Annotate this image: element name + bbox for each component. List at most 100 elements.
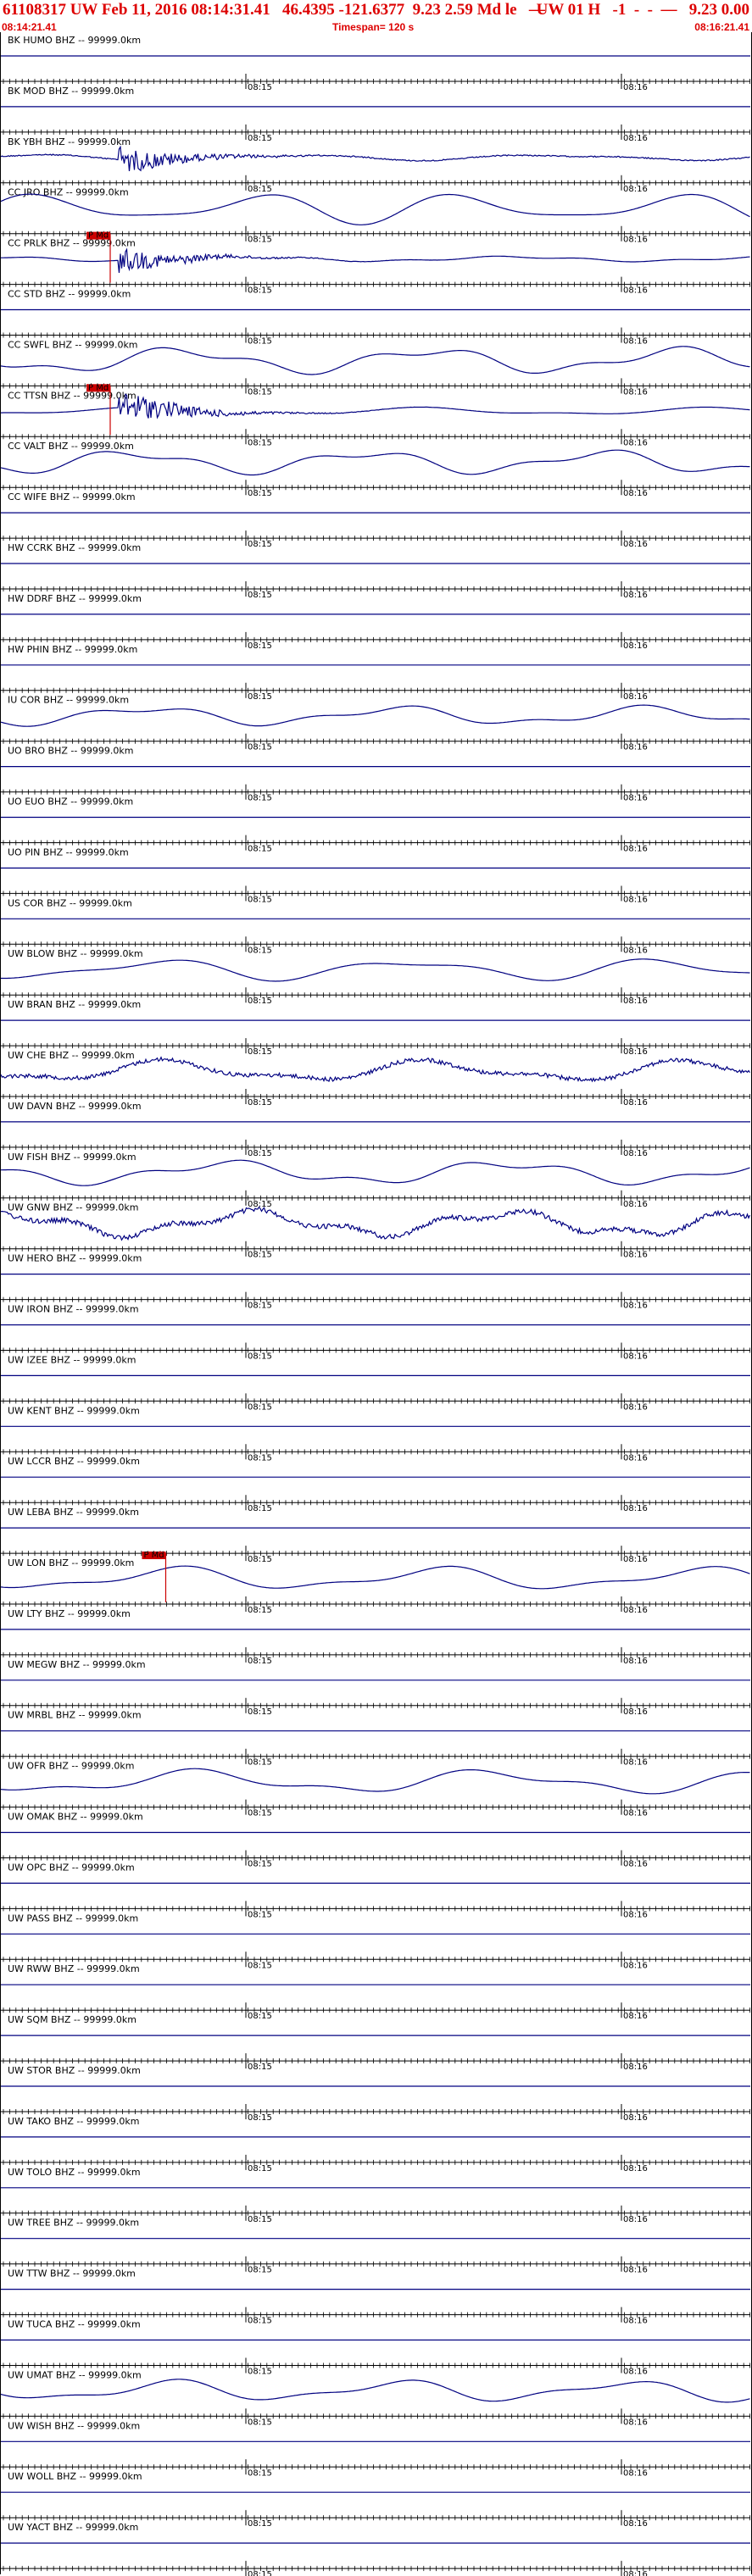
tick-label: 08:16 bbox=[623, 438, 648, 447]
tick-label: 08:16 bbox=[623, 83, 648, 92]
tick-label: 08:15 bbox=[248, 1860, 272, 1869]
tick-label: 08:15 bbox=[248, 1047, 272, 1057]
channel-label: UW LEBA BHZ -- 99999.0km bbox=[8, 1507, 139, 1518]
tick-label: 08:16 bbox=[623, 1402, 648, 1412]
channel-label: UW LTY BHZ -- 99999.0km bbox=[8, 1608, 131, 1619]
tick-label: 08:16 bbox=[623, 1149, 648, 1158]
tick-label: 08:16 bbox=[623, 1809, 648, 1818]
channel-label: UO EUO BHZ -- 99999.0km bbox=[8, 797, 133, 808]
tick-label: 08:15 bbox=[248, 387, 272, 397]
channel-label: US COR BHZ -- 99999.0km bbox=[8, 897, 132, 908]
tick-label: 08:15 bbox=[248, 1809, 272, 1818]
channel-label: CC VALT BHZ -- 99999.0km bbox=[8, 441, 134, 452]
pick-label: P Md bbox=[88, 383, 109, 392]
tick-label: 08:15 bbox=[248, 1758, 272, 1768]
tick-label: 08:16 bbox=[623, 387, 648, 397]
tick-label: 08:16 bbox=[623, 895, 648, 904]
tick-label: 08:16 bbox=[623, 1606, 648, 1615]
trace-line bbox=[0, 704, 750, 727]
channel-label: UW OMAK BHZ -- 99999.0km bbox=[8, 1812, 143, 1823]
tick-label: 08:15 bbox=[248, 1707, 272, 1717]
channel-label: BK YBH BHZ -- 99999.0km bbox=[8, 136, 131, 147]
tick-label: 08:16 bbox=[623, 2012, 648, 2021]
tick-label: 08:16 bbox=[623, 134, 648, 143]
trace-line bbox=[0, 1056, 750, 1083]
tick-label: 08:15 bbox=[248, 1606, 272, 1615]
channel-label: UW IRON BHZ -- 99999.0km bbox=[8, 1304, 139, 1315]
channel-label: UW LON BHZ -- 99999.0km bbox=[8, 1557, 134, 1568]
channel-label: UW KENT BHZ -- 99999.0km bbox=[8, 1405, 140, 1416]
channel-label: UW FISH BHZ -- 99999.0km bbox=[8, 1152, 136, 1163]
channel-label: UW MEGW BHZ -- 99999.0km bbox=[8, 1659, 146, 1670]
trace-line bbox=[0, 1768, 750, 1795]
tick-label: 08:15 bbox=[248, 1098, 272, 1108]
trace-line bbox=[0, 346, 750, 375]
tick-label: 08:15 bbox=[248, 1302, 272, 1311]
channel-label: UW OPC BHZ -- 99999.0km bbox=[8, 1862, 135, 1873]
channel-label: CC JRO BHZ -- 99999.0km bbox=[8, 187, 129, 198]
channel-label: UW CHE BHZ -- 99999.0km bbox=[8, 1050, 135, 1061]
channel-label: HW PHIN BHZ -- 99999.0km bbox=[8, 644, 137, 655]
channel-label: HW DDRF BHZ -- 99999.0km bbox=[8, 593, 142, 604]
tick-label: 08:16 bbox=[623, 946, 648, 955]
tick-label: 08:16 bbox=[623, 337, 648, 347]
channel-label: UW BLOW BHZ -- 99999.0km bbox=[8, 948, 143, 959]
tick-label: 08:16 bbox=[623, 1707, 648, 1717]
channel-label: UW BRAN BHZ -- 99999.0km bbox=[8, 999, 141, 1010]
channel-label: UW MRBL BHZ -- 99999.0km bbox=[8, 1710, 142, 1721]
channel-label: CC SWFL BHZ -- 99999.0km bbox=[8, 339, 138, 350]
tick-label: 08:16 bbox=[623, 489, 648, 498]
tick-label: 08:15 bbox=[248, 337, 272, 347]
tick-label: 08:16 bbox=[623, 591, 648, 600]
channel-label: BK MOD BHZ -- 99999.0km bbox=[8, 86, 134, 97]
tick-label: 08:15 bbox=[248, 845, 272, 854]
tick-label: 08:16 bbox=[623, 1251, 648, 1260]
channel-label: CC PRLK BHZ -- 99999.0km bbox=[8, 238, 136, 249]
tick-label: 08:15 bbox=[248, 1961, 272, 1970]
tick-label: 08:16 bbox=[623, 185, 648, 194]
tick-label: 08:16 bbox=[623, 1047, 648, 1057]
channel-label: CC WIFE BHZ -- 99999.0km bbox=[8, 491, 136, 502]
tick-label: 08:16 bbox=[623, 1961, 648, 1970]
tick-label: 08:16 bbox=[623, 794, 648, 803]
pick-label: P Md bbox=[88, 231, 109, 241]
tick-label: 08:16 bbox=[623, 743, 648, 752]
tick-label: 08:15 bbox=[248, 1910, 272, 1919]
tick-label: 08:15 bbox=[248, 1352, 272, 1362]
channel-label: UW LCCR BHZ -- 99999.0km bbox=[8, 1456, 140, 1467]
channel-label: BK HUMO BHZ -- 99999.0km bbox=[8, 35, 141, 46]
channel-label: UW RWW BHZ -- 99999.0km bbox=[8, 1963, 140, 1974]
tick-label: 08:15 bbox=[248, 1504, 272, 1513]
channel-label: CC TTSN BHZ -- 99999.0km bbox=[8, 390, 136, 401]
tick-label: 08:16 bbox=[623, 1098, 648, 1108]
tick-label: 08:16 bbox=[623, 1352, 648, 1362]
channel-label: UO BRO BHZ -- 99999.0km bbox=[8, 746, 133, 757]
tick-label: 08:15 bbox=[248, 286, 272, 296]
tick-label: 08:15 bbox=[248, 2012, 272, 2021]
tick-label: 08:15 bbox=[248, 997, 272, 1006]
tick-label: 08:15 bbox=[248, 1251, 272, 1260]
tick-label: 08:16 bbox=[623, 540, 648, 549]
trace-line bbox=[0, 145, 750, 172]
pick-label: P Md bbox=[143, 1551, 164, 1560]
tick-label: 08:16 bbox=[623, 286, 648, 296]
tick-label: 08:16 bbox=[623, 1555, 648, 1564]
channel-label: HW CCRK BHZ -- 99999.0km bbox=[8, 542, 141, 553]
tick-label: 08:16 bbox=[623, 1657, 648, 1666]
channel-label: UW DAVN BHZ -- 99999.0km bbox=[8, 1101, 142, 1112]
tick-label: 08:15 bbox=[248, 1149, 272, 1158]
tick-label: 08:16 bbox=[623, 997, 648, 1006]
channel-label: IU COR BHZ -- 99999.0km bbox=[8, 695, 129, 706]
tick-label: 08:15 bbox=[248, 489, 272, 498]
tick-label: 08:16 bbox=[623, 692, 648, 702]
channel-label: UW IZEE BHZ -- 99999.0km bbox=[8, 1354, 136, 1365]
tick-label: 08:15 bbox=[248, 743, 272, 752]
tick-label: 08:16 bbox=[623, 1200, 648, 1209]
tick-label: 08:16 bbox=[623, 1860, 648, 1869]
tick-label: 08:16 bbox=[623, 845, 648, 854]
tick-label: 08:15 bbox=[248, 692, 272, 702]
seismogram-plot: 08:15 08:16 BK HUMO BHZ -- 99999.0km 08:15 0… bbox=[0, 35, 751, 2576]
trace-line bbox=[0, 193, 750, 225]
tick-label: 08:15 bbox=[248, 438, 272, 447]
tick-label: 08:16 bbox=[623, 1453, 648, 1463]
